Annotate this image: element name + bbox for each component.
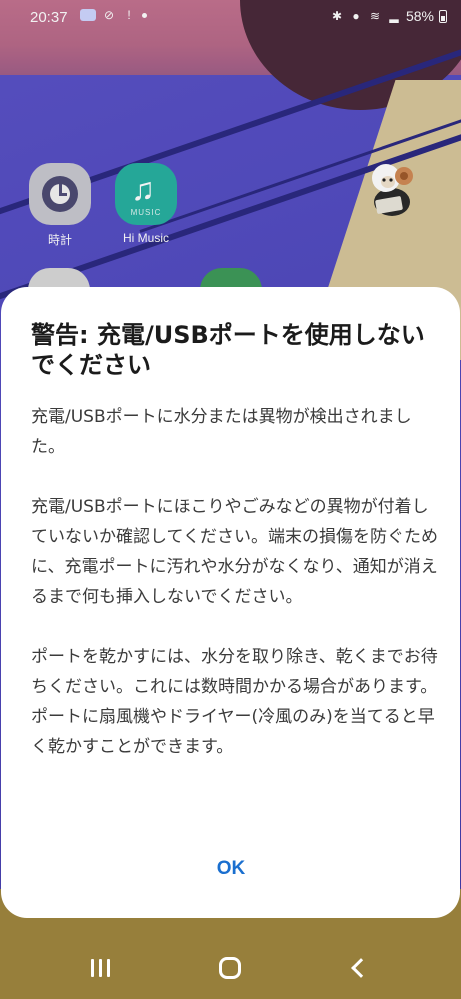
dialog-paragraph: 充電/USBポートに水分または異物が検出されました。: [31, 407, 412, 457]
ok-button[interactable]: OK: [176, 847, 286, 891]
recents-button[interactable]: [80, 953, 120, 983]
dialog-title: 警告: 充電/USBポートを使用しないでください: [31, 321, 425, 379]
home-button[interactable]: [210, 953, 250, 983]
back-icon: [351, 958, 371, 978]
back-button[interactable]: [338, 953, 378, 983]
dialog-paragraph: ポートを乾かすには、水分を取り除き、乾くまでお待ちください。これには数時間かかる…: [31, 647, 438, 757]
recents-icon: [90, 959, 110, 977]
dialog-body: 充電/USBポートに水分または異物が検出されました。 充電/USBポートにほこり…: [31, 402, 441, 792]
navigation-bar: [0, 935, 461, 999]
home-icon: [219, 957, 241, 979]
dialog-paragraph: 充電/USBポートにほこりやごみなどの異物が付着していないか確認してください。端…: [31, 497, 438, 607]
warning-dialog: 警告: 充電/USBポートを使用しないでください 充電/USBポートに水分または…: [1, 287, 460, 918]
